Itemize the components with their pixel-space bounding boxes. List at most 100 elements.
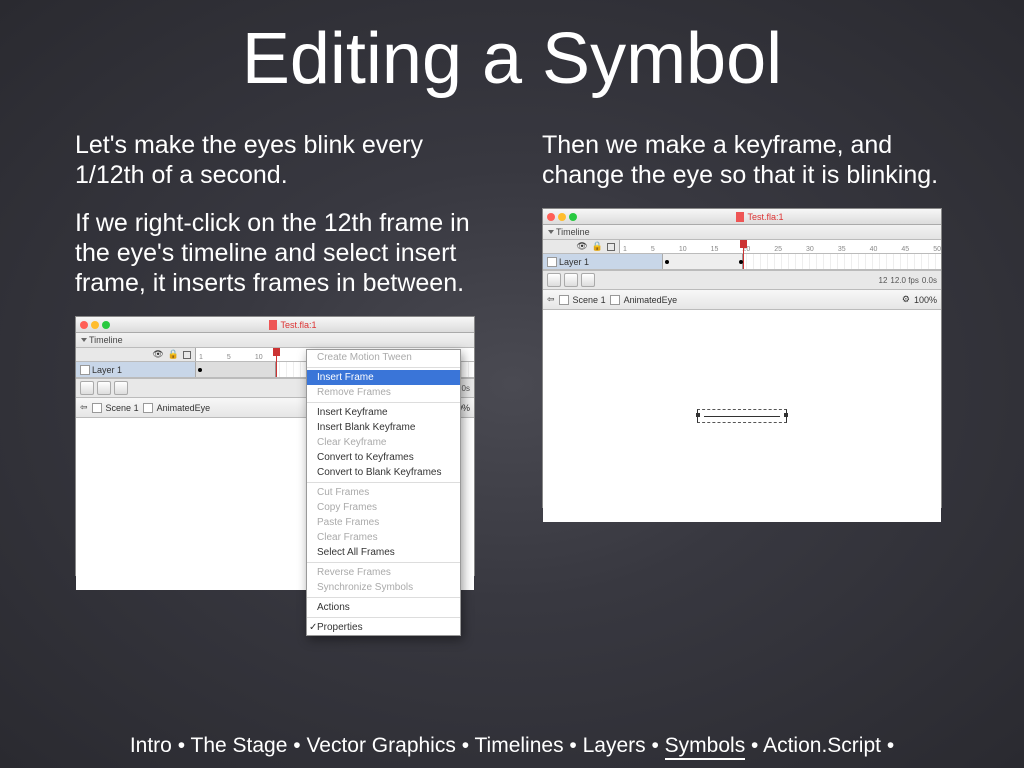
symbol-name: AnimatedEye	[624, 295, 678, 305]
ruler-tick: 5	[651, 246, 655, 253]
crumb-sep: •	[569, 734, 582, 757]
ruler-tick: 35	[838, 246, 846, 253]
menu-reverse-frames: Reverse Frames	[307, 565, 460, 580]
frames-area	[663, 254, 941, 269]
menu-clear-frames: Clear Frames	[307, 530, 460, 545]
menu-insert-blank-keyframe: Insert Blank Keyframe	[307, 420, 460, 435]
menu-paste-frames: Paste Frames	[307, 515, 460, 530]
frame-span	[663, 254, 743, 269]
ruler-tick: 10	[679, 246, 687, 253]
left-column: Let's make the eyes blink every 1/12th o…	[75, 130, 482, 576]
layer-icon	[80, 365, 90, 375]
back-arrow-icon: ⇦	[80, 402, 88, 413]
playhead	[743, 240, 744, 269]
lock-column-icon: 🔒	[592, 241, 603, 252]
menu-insert-keyframe: Insert Keyframe	[307, 405, 460, 420]
close-icon	[547, 213, 555, 221]
menu-properties: Properties	[307, 620, 460, 635]
menu-insert-frame: Insert Frame	[307, 370, 460, 385]
stage-area	[543, 310, 941, 522]
right-para-1: Then we make a keyframe, and change the …	[542, 130, 949, 190]
crumb-sep: •	[887, 734, 894, 757]
ruler-tick: 1	[623, 246, 627, 253]
crumb-symbols-current: Symbols	[665, 734, 746, 760]
titlebar: Test.fla:1	[543, 209, 941, 225]
scene-icon	[559, 295, 569, 305]
scene-name: Scene 1	[106, 403, 139, 413]
breadcrumb-footer: Intro • The Stage • Vector Graphics • Ti…	[0, 734, 1024, 758]
menu-cut-frames: Cut Frames	[307, 485, 460, 500]
frame-span	[196, 362, 276, 377]
timeline-header: Timeline	[543, 225, 941, 240]
timeline-label: Timeline	[556, 227, 590, 237]
menu-convert-to-keyframes: Convert to Keyframes	[307, 450, 460, 465]
ruler-tick: 15	[711, 246, 719, 253]
delete-layer-button	[114, 381, 128, 395]
closed-eye-graphic	[697, 409, 787, 423]
lock-column-icon: 🔒	[168, 349, 179, 360]
crumb-sep: •	[651, 734, 664, 757]
ruler-tick: 45	[901, 246, 909, 253]
ruler-tick: 5	[227, 354, 231, 361]
menu-select-all-frames: Select All Frames	[307, 545, 460, 560]
crumb-sep: •	[178, 734, 191, 757]
menu-actions: Actions	[307, 600, 460, 615]
ruler-numbers: 1 5 10 15 20 25 30 35 40 45 50	[620, 240, 941, 253]
menu-convert-to-blank-keyframes: Convert to Blank Keyframes	[307, 465, 460, 480]
zoom-label: 100%	[914, 295, 937, 305]
layer-row: Layer 1	[543, 254, 941, 270]
menu-synchronize-symbols: Synchronize Symbols	[307, 580, 460, 595]
layer-icon	[547, 257, 557, 267]
outline-column-icon	[607, 243, 615, 251]
time-label: 0.0s	[922, 276, 937, 285]
ruler-tick: 10	[255, 354, 263, 361]
menu-copy-frames: Copy Frames	[307, 500, 460, 515]
flash-doc-icon	[736, 212, 744, 222]
fps-label: 12.0 fps	[890, 276, 918, 285]
zoom-icon	[569, 213, 577, 221]
flash-screenshot-left: Test.fla:1 Timeline 👁 🔒 1 5 10	[75, 316, 475, 576]
scene-icon	[92, 403, 102, 413]
close-icon	[80, 321, 88, 329]
disclosure-triangle-icon	[548, 230, 554, 234]
add-folder-button	[97, 381, 111, 395]
menu-clear-keyframe: Clear Keyframe	[307, 435, 460, 450]
titlebar: Test.fla:1	[76, 317, 474, 333]
crumb-intro: Intro	[130, 734, 172, 757]
document-title: Test.fla:1	[747, 212, 783, 222]
crumb-sep: •	[751, 734, 763, 757]
crumb-stage: The Stage	[191, 734, 288, 757]
layer-name: Layer 1	[559, 257, 589, 267]
timeline-label: Timeline	[89, 335, 123, 345]
window-controls	[80, 321, 110, 329]
flash-doc-icon	[269, 320, 277, 330]
add-folder-button	[564, 273, 578, 287]
delete-layer-button	[581, 273, 595, 287]
window-controls	[547, 213, 577, 221]
document-title: Test.fla:1	[280, 320, 316, 330]
keyframe-dot	[198, 368, 202, 372]
ruler-tick: 30	[806, 246, 814, 253]
zoom-icon	[102, 321, 110, 329]
symbol-icon	[143, 403, 153, 413]
timeline-header: Timeline	[76, 333, 474, 348]
crumb-sep: •	[293, 734, 306, 757]
right-column: Then we make a keyframe, and change the …	[542, 130, 949, 576]
disclosure-triangle-icon	[81, 338, 87, 342]
ruler-tick: 40	[870, 246, 878, 253]
edit-bar: ⇦ Scene 1 AnimatedEye ⚙ 100%	[543, 290, 941, 310]
keyframe-dot	[665, 260, 669, 264]
crumb-actionscript: Action.Script	[763, 734, 881, 757]
playhead	[276, 348, 277, 377]
symbol-name: AnimatedEye	[157, 403, 211, 413]
menu-create-motion-tween: Create Motion Tween	[307, 350, 460, 365]
content-columns: Let's make the eyes blink every 1/12th o…	[0, 100, 1024, 576]
outline-column-icon	[183, 351, 191, 359]
minimize-icon	[91, 321, 99, 329]
crumb-layers: Layers	[583, 734, 646, 757]
symbol-icon	[610, 295, 620, 305]
layer-name: Layer 1	[92, 365, 122, 375]
ruler-tick: 1	[199, 354, 203, 361]
eye-column-icon: 👁	[576, 241, 587, 252]
crumb-timelines: Timelines	[475, 734, 564, 757]
